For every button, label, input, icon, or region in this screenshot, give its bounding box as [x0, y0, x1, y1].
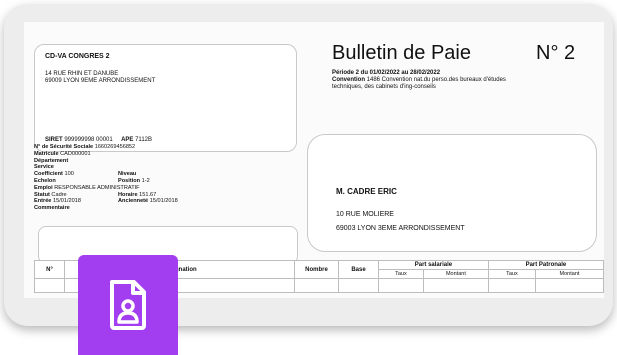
col-part-patronale: Part Patronale	[487, 260, 604, 270]
convention-text: 1486 Convention nat.du perso.des bureaux…	[366, 77, 506, 83]
employee-address-line1: 10 RUE MOLIERE	[336, 211, 394, 218]
coefficient-label: Coefficient	[34, 171, 63, 178]
departement-label: Département	[34, 157, 69, 164]
col-part-salariale: Part salariale	[378, 260, 489, 270]
horaire-value: 151.67	[139, 191, 157, 198]
document-period: Période 2 du 01/02/2022 au 28/02/2022 Co…	[332, 70, 506, 91]
employee-address-line2: 69003 LYON 3EME ARRONDISSEMENT	[336, 225, 465, 232]
ape-value: 7112B	[135, 137, 152, 143]
statut-value: Cadre	[51, 191, 67, 198]
table-cell	[487, 278, 536, 293]
emploi-value: RESPONSABLE ADMINISTRATIF	[54, 184, 140, 191]
table-cell	[534, 278, 604, 293]
table-cell	[422, 278, 489, 293]
table-cell	[378, 278, 424, 293]
position-value: 1-2	[141, 177, 150, 184]
secu-value: 1660269456852	[94, 144, 136, 150]
employer-box: CD-VA CONGRES 2 14 RUE RHIN ET DANUBE 69…	[34, 44, 297, 152]
entree-label: Entrée	[34, 198, 52, 205]
employee-name: M. CADRE ERIC	[336, 187, 397, 196]
employer-name: CD-VA CONGRES 2	[45, 53, 110, 60]
service-label: Service	[34, 164, 54, 171]
siret-value: 999999998 00001	[64, 137, 113, 143]
col-salariale-taux: Taux	[378, 269, 424, 279]
coefficient-value: 100	[64, 171, 74, 178]
anciennete-value: 15/01/2018	[149, 198, 178, 205]
emploi-label: Emploi	[34, 184, 53, 191]
matricule-value: CAD000001	[60, 150, 91, 157]
ape-label: APE	[121, 137, 134, 143]
niveau-label: Niveau	[118, 171, 137, 178]
employee-info-block: N° de Sécurité Sociale 1660269456852 Mat…	[34, 144, 178, 212]
document-number: N° 2	[536, 42, 576, 64]
table-cell	[34, 278, 65, 293]
anciennete-label: Ancienneté	[118, 198, 149, 205]
table-cell	[338, 278, 379, 293]
document-badge	[78, 255, 178, 355]
entree-value: 15/01/2018	[52, 198, 81, 205]
siret-label: SIRET	[45, 137, 63, 143]
col-base: Base	[338, 260, 379, 279]
echelon-label: Echelon	[34, 177, 56, 184]
matricule-label: Matricule	[34, 150, 59, 157]
employer-address-line2: 69009 LYON 9EME ARRONDISSEMENT	[45, 78, 156, 84]
horaire-label: Horaire	[118, 191, 138, 198]
col-nombre: Nombre	[294, 260, 339, 279]
document-title: Bulletin de Paie	[332, 42, 471, 64]
document-person-icon	[110, 280, 146, 330]
position-label: Position	[118, 177, 141, 184]
col-patronale-taux: Taux	[487, 269, 536, 279]
col-salariale-montant: Montant	[422, 269, 489, 279]
statut-label: Statut	[34, 191, 50, 198]
convention-label: Convention	[332, 77, 365, 83]
table-cell	[294, 278, 339, 293]
period-label: Période 2 du 01/02/2022 au 28/02/2022	[332, 70, 441, 76]
convention-text-2: techniques, des cabinets d'ing-conseils	[332, 84, 436, 90]
commentaire-label: Commentaire	[34, 205, 70, 212]
col-number: N°	[34, 260, 65, 279]
secu-label: N° de Sécurité Sociale	[34, 144, 94, 150]
col-patronale-montant: Montant	[534, 269, 604, 279]
employee-address-box: M. CADRE ERIC 10 RUE MOLIERE 69003 LYON …	[307, 134, 597, 252]
